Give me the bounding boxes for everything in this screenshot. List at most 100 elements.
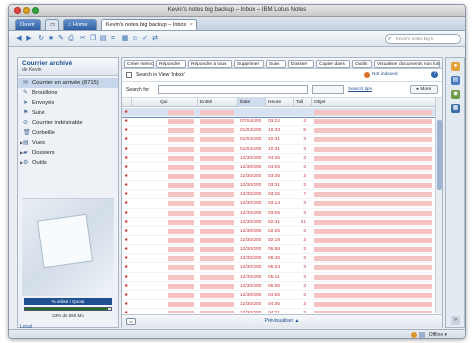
attach-icon[interactable]: ⌗	[109, 34, 117, 43]
redacted-entity	[200, 247, 234, 253]
redacted-subject	[314, 201, 432, 207]
table-row[interactable]: ★ 12/30/200 02:31 31	[122, 218, 436, 227]
table-row[interactable]: ★ 12/30/200 03:31 3	[122, 181, 436, 191]
sidebar-item-junk[interactable]: ⊘ Courrier indésirable	[18, 118, 118, 128]
connection-icon[interactable]	[419, 332, 425, 338]
edit-icon[interactable]: ✎	[57, 34, 65, 43]
sidebar-item-drafts[interactable]: ✎ Brouillons	[18, 88, 118, 98]
global-search-input[interactable]: ⌕ Kevin's notes big b	[385, 34, 461, 44]
delete-button[interactable]: Supprimer	[234, 60, 264, 68]
feeds-icon[interactable]: ◉	[451, 90, 460, 99]
refresh-icon[interactable]: ↻	[37, 34, 45, 43]
more-options-button[interactable]: ▸ More	[410, 85, 438, 94]
vertical-scrollbar[interactable]	[435, 98, 442, 313]
redacted-entity	[200, 256, 234, 262]
activities-icon[interactable]: ▤	[451, 76, 460, 85]
cut-icon[interactable]: ✂	[79, 34, 87, 43]
search-submit-button[interactable]	[312, 85, 344, 94]
row-date: 12/30/200	[240, 173, 262, 179]
tab-open-menu[interactable]: Ouvrir	[15, 19, 41, 30]
sidebar-item-tools[interactable]: ▶ ⚙ Outils	[18, 158, 118, 168]
search-tips-link[interactable]: Search tips	[348, 87, 372, 92]
column-header-date[interactable]: Date	[238, 98, 266, 107]
contacts-icon[interactable]: ☺	[131, 34, 139, 43]
back-icon[interactable]: ◀	[15, 34, 23, 43]
row-size: 3	[303, 155, 306, 161]
todo-icon[interactable]: ✓	[141, 34, 149, 43]
show-unread-button[interactable]: Visualiser documents non lus	[374, 60, 440, 68]
table-row[interactable]: ★ 12/30/200 03:14 3	[122, 199, 436, 209]
table-row[interactable]: ★	[122, 108, 436, 119]
table-row[interactable]: ★ 12/30/200 02:25 3	[122, 227, 436, 236]
column-header-who[interactable]: Qui	[158, 98, 198, 107]
tab-inbox[interactable]: Kevin's notes big backup – Inbox ×	[101, 19, 197, 30]
tab-home[interactable]: ⌂ Home	[63, 19, 97, 30]
sidebar-item-follow-up[interactable]: ⚑ Suivi	[18, 108, 118, 118]
tools-button[interactable]: Outils	[352, 60, 372, 68]
table-row[interactable]: ★ 12/30/200 02:18 3	[122, 236, 436, 246]
column-header-flag[interactable]	[122, 98, 132, 107]
search-for-input[interactable]	[158, 85, 308, 94]
sametime-icon[interactable]: ●	[451, 62, 460, 71]
column-header-time[interactable]: Heure	[266, 98, 294, 107]
help-icon[interactable]: ?	[431, 71, 438, 78]
table-row[interactable]: ★ 12/30/200 04:25 3	[122, 154, 436, 163]
unread-star-icon: ★	[124, 237, 129, 243]
row-size: 3	[303, 292, 306, 298]
new-memo-button[interactable]: Créer mémo	[124, 60, 154, 68]
table-row[interactable]: ★ 01/04/200 10:33 8	[122, 126, 436, 136]
folder-button[interactable]: Dossier	[288, 60, 314, 68]
tab-document[interactable]: ▭	[45, 19, 59, 30]
table-row[interactable]: ★ 12/30/200 04:35 3	[122, 300, 436, 310]
sidebar-item-folders[interactable]: ▶ ▰ Dossiers	[18, 148, 118, 158]
table-row[interactable]: ★ 12/30/200 04:05 3	[122, 163, 436, 172]
column-header-subject[interactable]: Objet	[312, 98, 436, 107]
row-date: 12/30/200	[240, 183, 262, 189]
day-at-a-glance-icon[interactable]: ▦	[451, 104, 460, 113]
table-row[interactable]: ★ 12/30/200 05:05 3	[122, 282, 436, 291]
print-icon[interactable]: ⎙	[67, 34, 75, 43]
table-row[interactable]: ★ 01/04/200 10:31 3	[122, 135, 436, 145]
column-header-entity[interactable]: Entité	[198, 98, 238, 107]
right-sidebar: ● ▤ ◉ ▦ »	[445, 57, 465, 328]
notification-icon[interactable]	[411, 332, 417, 338]
sidebar-item-inbox[interactable]: ✉ Courrier en arrivée (8715)	[18, 78, 118, 88]
sidebar-item-trash[interactable]: 🗑 Corbeille	[18, 128, 118, 138]
paste-icon[interactable]: ▤	[99, 34, 107, 43]
forward-icon[interactable]: ▶	[25, 34, 33, 43]
table-row[interactable]: ★ 12/30/200 04:55 3	[122, 291, 436, 300]
copy-into-button[interactable]: Copier dans	[316, 60, 350, 68]
redacted-entity	[200, 183, 234, 189]
close-icon[interactable]: ×	[190, 20, 193, 30]
follow-up-button[interactable]: Suivi	[266, 60, 286, 68]
bookmark-icon[interactable]: ★	[47, 34, 55, 43]
table-row[interactable]: ★ 12/30/200 03:25 7	[122, 190, 436, 200]
replicate-icon[interactable]: ⇄	[151, 34, 159, 43]
preview-toggle[interactable]: Prévisualiser ▲	[122, 318, 442, 324]
redacted-sender	[168, 119, 194, 125]
table-row[interactable]: ★ 12/30/200 04:31 3	[122, 309, 436, 313]
table-row[interactable]: ★ 12/30/200 03:05 3	[122, 209, 436, 218]
scrollbar-thumb[interactable]	[437, 120, 442, 190]
copy-icon[interactable]: ❐	[89, 34, 97, 43]
calendar-icon[interactable]: ▦	[121, 34, 129, 43]
table-row[interactable]: ★ 12/30/200 06:45 3	[122, 254, 436, 264]
row-size: 3	[303, 201, 306, 207]
table-row[interactable]: ★ 07/04/200 03:22 3	[122, 117, 436, 127]
table-row[interactable]: ★ 12/30/200 05:23 3	[122, 263, 436, 273]
column-header-size[interactable]: Tail	[294, 98, 312, 107]
reply-button[interactable]: Répondre	[156, 60, 186, 68]
reply-all-button[interactable]: Répondre à tous	[188, 60, 232, 68]
sidebar-item-sent[interactable]: ➤ Envoyés	[18, 98, 118, 108]
not-indexed-link[interactable]: Not indexed	[372, 72, 398, 77]
table-row[interactable]: ★ 01/04/200 10:31 3	[122, 145, 436, 154]
sidebar-header[interactable]: Courrier archivé de Kevin	[18, 58, 118, 76]
location-status[interactable]: Offline ▾	[429, 332, 447, 338]
sidebar-item-views[interactable]: ▶ ▤ Vues	[18, 138, 118, 148]
search-in-view-checkbox[interactable]	[126, 72, 132, 78]
table-row[interactable]: ★ 12/30/200 06:59 3	[122, 245, 436, 255]
collapse-icon[interactable]: »	[451, 316, 460, 325]
table-row[interactable]: ★ 12/30/200 05:11 3	[122, 273, 436, 282]
table-row[interactable]: ★ 12/30/200 03:35 3	[122, 172, 436, 182]
row-date: 12/30/200	[240, 301, 262, 307]
